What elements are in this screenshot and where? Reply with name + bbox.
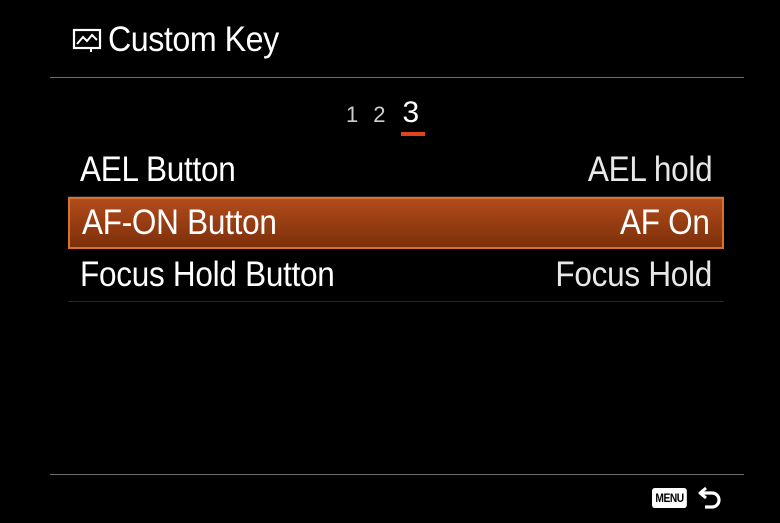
page-tab-1[interactable]: 1 [346, 100, 358, 130]
page-title: Custom Key [108, 20, 279, 59]
return-arrow-icon[interactable] [697, 484, 723, 512]
setting-label: Focus Hold Button [80, 255, 335, 294]
settings-list: AEL Button AEL hold AF-ON Button AF On F… [68, 144, 724, 302]
custom-key-icon [72, 28, 102, 52]
menu-header: Custom Key [72, 16, 294, 64]
setting-value: AEL hold [587, 150, 712, 189]
menu-button-badge[interactable]: MENU [652, 488, 688, 508]
setting-value: Focus Hold [555, 255, 712, 294]
footer-divider [50, 474, 744, 475]
setting-row-focus-hold-button[interactable]: Focus Hold Button Focus Hold [68, 249, 724, 302]
setting-value: AF On [620, 203, 710, 242]
page-tabs: 1 2 3 [346, 90, 426, 136]
setting-row-af-on-button[interactable]: AF-ON Button AF On [68, 197, 724, 249]
page-tab-2[interactable]: 2 [373, 100, 385, 130]
footer-controls: MENU [652, 484, 723, 512]
setting-row-ael-button[interactable]: AEL Button AEL hold [68, 144, 724, 197]
page-tab-3-label: 3 [402, 96, 420, 129]
page-tab-3[interactable]: 3 [400, 96, 426, 136]
setting-label: AF-ON Button [82, 203, 277, 242]
setting-label: AEL Button [80, 150, 236, 189]
header-divider [50, 77, 744, 78]
camera-menu-screen: Custom Key 1 2 3 AEL Button AEL hold AF-… [0, 0, 780, 523]
active-page-indicator [400, 132, 426, 136]
